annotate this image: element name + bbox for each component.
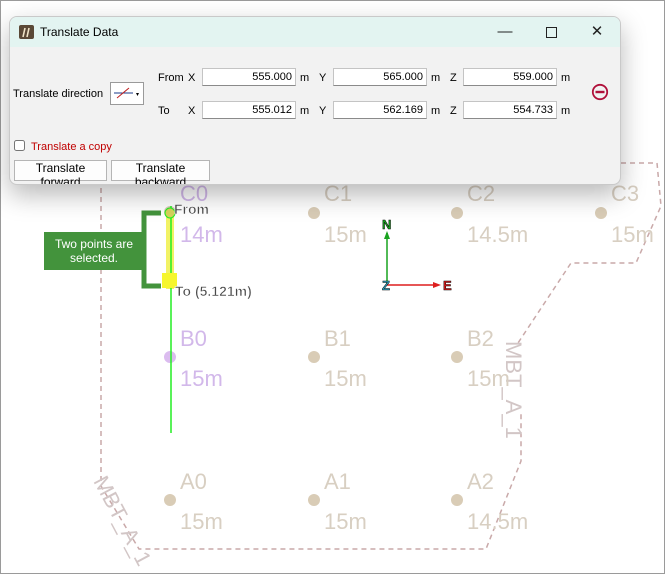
- from-z-unit: m: [561, 72, 571, 84]
- grid-size-c3: 15m: [611, 222, 654, 247]
- to-x-unit: m: [300, 105, 310, 117]
- grid-size-a0: 15m: [180, 509, 223, 534]
- grid-name-b2: B2: [467, 326, 494, 351]
- to-label: To (5.121m): [175, 283, 252, 299]
- direction-label: Translate direction: [13, 88, 104, 100]
- grid-point-b2[interactable]: [451, 351, 463, 363]
- translate-backward-button[interactable]: Translate backward: [111, 160, 210, 184]
- grid-size-b1: 15m: [324, 366, 367, 391]
- to-z-unit: m: [561, 105, 571, 117]
- grid-size-c2: 14.5m: [467, 222, 528, 247]
- from-y-label: Y: [319, 72, 327, 84]
- grid-name-b1: B1: [324, 326, 351, 351]
- close-icon: ✕: [590, 23, 604, 40]
- grid-name-c3: C3: [611, 181, 639, 206]
- to-z-input[interactable]: [463, 101, 557, 119]
- translate-copy-label[interactable]: Translate a copy: [31, 141, 112, 153]
- grid-name-a1: A1: [324, 469, 351, 494]
- grid-name-b0: B0: [180, 326, 207, 351]
- translate-forward-button[interactable]: Translate forward: [14, 160, 107, 184]
- from-z-label: Z: [450, 72, 457, 84]
- grid-size-a2: 14.5m: [467, 509, 528, 534]
- to-y-unit: m: [431, 105, 441, 117]
- app-icon: [19, 25, 34, 39]
- direction-icon: [114, 87, 139, 99]
- from-x-unit: m: [300, 72, 310, 84]
- grid-point-b0[interactable]: [164, 351, 176, 363]
- to-x-input[interactable]: [202, 101, 296, 119]
- to-x-label: X: [188, 105, 196, 117]
- selection-note: Two points are selected.: [54, 237, 134, 265]
- grid-point-c3[interactable]: [595, 207, 607, 219]
- grid-size-c0: 14m: [180, 222, 223, 247]
- selection-bracket: [141, 210, 161, 289]
- from-x-label: X: [188, 72, 196, 84]
- remove-button[interactable]: [591, 83, 609, 101]
- from-row-label: From: [158, 72, 184, 84]
- grid-point-a2[interactable]: [451, 494, 463, 506]
- translate-dialog: Translate Data — ✕ Translate direction F…: [9, 16, 621, 185]
- grid-size-b2: 15m: [467, 366, 510, 391]
- grid-point-c1[interactable]: [308, 207, 320, 219]
- direction-dropdown[interactable]: [110, 82, 144, 105]
- from-x-input[interactable]: [202, 68, 296, 86]
- selection-callout: Two points are selected.: [44, 232, 144, 270]
- minimize-button[interactable]: —: [482, 17, 528, 47]
- title-bar[interactable]: Translate Data — ✕: [10, 17, 620, 47]
- north-label: N: [382, 217, 391, 232]
- grid-name-a2: A2: [467, 469, 494, 494]
- close-button[interactable]: ✕: [574, 17, 620, 47]
- grid-point-a0[interactable]: [164, 494, 176, 506]
- from-y-unit: m: [431, 72, 441, 84]
- from-label: From: [174, 201, 209, 217]
- window-title: Translate Data: [40, 25, 119, 39]
- grid-size-b0: 15m: [180, 366, 223, 391]
- north-arrow-icon: [384, 231, 390, 239]
- up-label: Z: [382, 278, 390, 293]
- minimize-icon: —: [497, 23, 513, 40]
- grid-size-a1: 15m: [324, 509, 367, 534]
- maximize-icon: [545, 23, 557, 40]
- maximize-button[interactable]: [528, 17, 574, 47]
- zone-boundary-upper: [515, 162, 662, 347]
- remove-icon: [591, 83, 609, 101]
- east-arrow-icon: [433, 282, 441, 288]
- to-z-label: Z: [450, 105, 457, 117]
- grid-point-c2[interactable]: [451, 207, 463, 219]
- zone-label-left: MBT_A_1: [89, 472, 157, 570]
- grid-size-c1: 15m: [324, 222, 367, 247]
- from-y-input[interactable]: [333, 68, 427, 86]
- east-label: E: [443, 278, 452, 293]
- grid-point-b1[interactable]: [308, 351, 320, 363]
- grid-point-a1[interactable]: [308, 494, 320, 506]
- from-z-input[interactable]: [463, 68, 557, 86]
- grid-name-a0: A0: [180, 469, 207, 494]
- to-row-label: To: [158, 105, 170, 117]
- to-y-label: Y: [319, 105, 327, 117]
- to-y-input[interactable]: [333, 101, 427, 119]
- translate-copy-checkbox[interactable]: [14, 140, 25, 151]
